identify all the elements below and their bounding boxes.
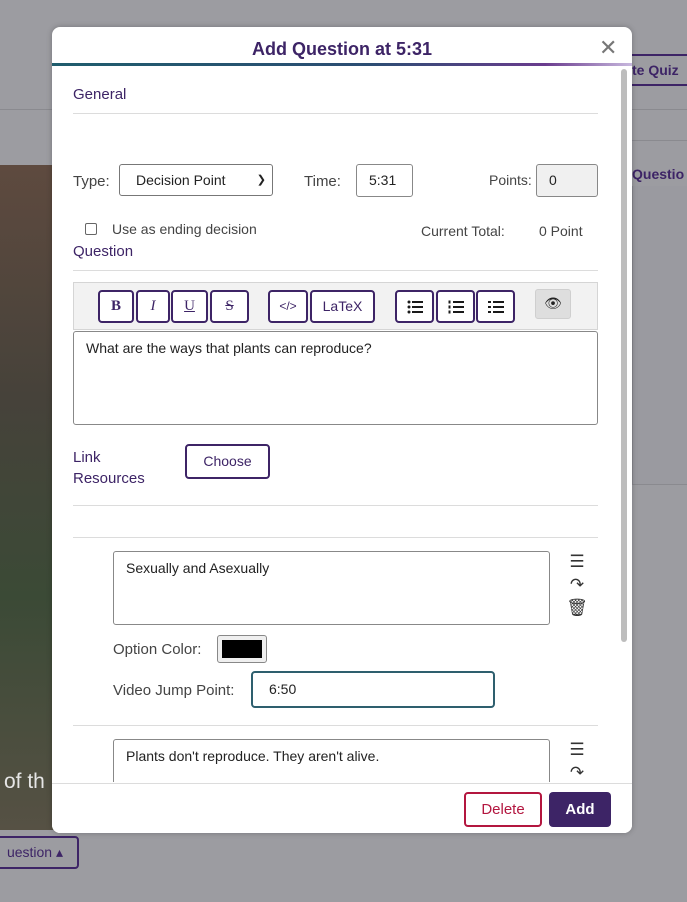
- add-question-button: uestion ▴: [0, 836, 79, 869]
- link-label: Link: [73, 449, 101, 466]
- indent-list-button[interactable]: [476, 290, 515, 323]
- bullet-list-icon: [407, 300, 423, 314]
- preview-button[interactable]: 👁: [535, 289, 571, 319]
- editor-toolbar: B I U S </> LaTeX 👁: [73, 282, 598, 330]
- numbered-list-icon: [448, 300, 464, 314]
- video-jump-label: Video Jump Point:: [113, 682, 235, 699]
- bold-button[interactable]: B: [98, 290, 134, 323]
- background-divider: [632, 140, 687, 141]
- video-caption: of th: [4, 770, 45, 793]
- divider: [73, 270, 598, 271]
- list-icon: [487, 300, 504, 313]
- divider: [73, 725, 598, 726]
- time-input[interactable]: 5:31: [356, 164, 413, 197]
- divider: [73, 537, 598, 538]
- code-button[interactable]: </>: [268, 290, 308, 323]
- latex-button[interactable]: LaTeX: [310, 290, 375, 323]
- bullet-list-button[interactable]: [395, 290, 434, 323]
- strikethrough-button[interactable]: S: [210, 290, 249, 323]
- eye-icon: 👁: [544, 296, 562, 312]
- modal-body[interactable]: General Type: Decision Point ❯ Time: 5:3…: [52, 66, 632, 782]
- background-panel: [632, 186, 687, 485]
- background-divider: [0, 109, 56, 110]
- general-heading: General: [73, 86, 127, 103]
- divider: [73, 505, 598, 506]
- option-2-textarea[interactable]: Plants don't reproduce. They aren't aliv…: [113, 739, 550, 782]
- redirect-arrow-icon[interactable]: ↷: [566, 762, 588, 782]
- type-select-value: Decision Point: [136, 172, 226, 188]
- current-total-value: 0 Point: [539, 223, 583, 239]
- choose-resource-button[interactable]: Choose: [185, 444, 270, 479]
- ending-decision-checkbox[interactable]: [85, 223, 97, 235]
- modal-scrollbar[interactable]: [621, 69, 627, 642]
- ending-decision-label: Use as ending decision: [112, 221, 257, 237]
- numbered-list-button[interactable]: [436, 290, 475, 323]
- option-1-textarea[interactable]: Sexually and Asexually: [113, 551, 550, 625]
- background-divider: [632, 109, 687, 110]
- divider: [73, 113, 598, 114]
- video-jump-input[interactable]: 6:50: [251, 671, 495, 708]
- underline-button[interactable]: U: [171, 290, 208, 323]
- option-color-label: Option Color:: [113, 641, 202, 658]
- close-icon[interactable]: ✕: [599, 37, 617, 61]
- delete-button[interactable]: Delete: [464, 792, 542, 827]
- question-textarea[interactable]: What are the ways that plants can reprod…: [73, 331, 598, 425]
- redirect-arrow-icon[interactable]: ↷: [566, 574, 588, 597]
- questions-tab: Questio: [632, 166, 685, 182]
- background-video: [0, 165, 56, 830]
- add-button[interactable]: Add: [549, 792, 611, 827]
- trash-icon[interactable]: 🗑: [566, 597, 588, 620]
- chevron-down-icon: ❯: [256, 174, 266, 186]
- question-heading: Question: [73, 243, 134, 260]
- add-question-modal: Add Question at 5:31 ✕ General Type: Dec…: [52, 27, 632, 833]
- italic-button[interactable]: I: [136, 290, 170, 323]
- type-label: Type:: [73, 173, 110, 190]
- modal-footer: Delete Add: [52, 783, 632, 833]
- add-option-icon[interactable]: ☰: [566, 551, 588, 574]
- option-color-swatch: [222, 640, 262, 658]
- points-input: 0: [536, 164, 598, 197]
- option-2-actions: ☰ ↷ 🗑: [566, 739, 588, 782]
- modal-title: Add Question at 5:31: [251, 39, 433, 59]
- time-label: Time:: [304, 173, 341, 190]
- current-total-label: Current Total:: [421, 223, 505, 239]
- type-select[interactable]: Decision Point ❯: [119, 164, 273, 196]
- option-1-actions: ☰ ↷ 🗑: [566, 551, 588, 620]
- resources-label: Resources: [73, 470, 145, 487]
- add-option-icon[interactable]: ☰: [566, 739, 588, 762]
- points-label: Points:: [489, 172, 532, 188]
- option-color-picker[interactable]: [217, 635, 267, 663]
